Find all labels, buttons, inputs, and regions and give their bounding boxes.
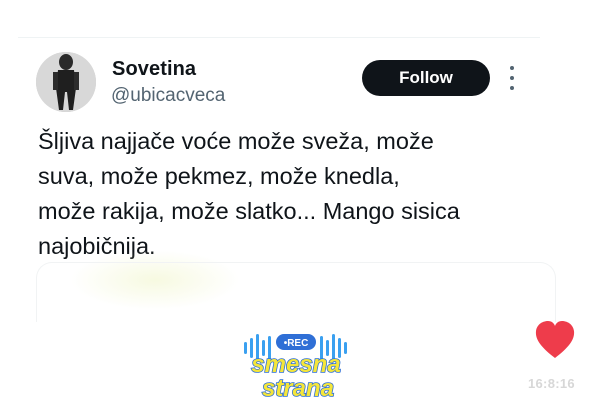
video-timestamp: 16:8:16 bbox=[528, 376, 575, 391]
more-dot bbox=[510, 86, 514, 90]
embed-card[interactable] bbox=[36, 262, 556, 322]
tweet-text: Šljiva najjače voće može sveža, može suv… bbox=[38, 124, 558, 264]
more-dot bbox=[510, 76, 514, 80]
logo-line-1: smesna bbox=[251, 351, 340, 378]
smesna-strana-logo: •REC smesna strana bbox=[244, 334, 347, 400]
tweet-text-line: suva, može pekmez, može knedla, bbox=[38, 163, 400, 189]
avatar[interactable] bbox=[36, 52, 96, 112]
more-dot bbox=[510, 66, 514, 70]
logo-line-2: strana bbox=[262, 375, 334, 400]
profile-photo-icon bbox=[36, 52, 96, 112]
tweet-text-line: Šljiva najjače voće može sveža, može bbox=[38, 128, 434, 154]
author-handle[interactable]: @ubicacveca bbox=[111, 85, 225, 107]
author-display-name[interactable]: Sovetina bbox=[112, 58, 196, 81]
heart-icon[interactable] bbox=[534, 320, 576, 360]
rec-badge-text: •REC bbox=[284, 338, 309, 349]
follow-button[interactable]: Follow bbox=[362, 60, 490, 96]
tweet-text-line: može rakija, može slatko... Mango sisica bbox=[38, 198, 460, 224]
more-vertical-icon[interactable] bbox=[505, 66, 519, 90]
